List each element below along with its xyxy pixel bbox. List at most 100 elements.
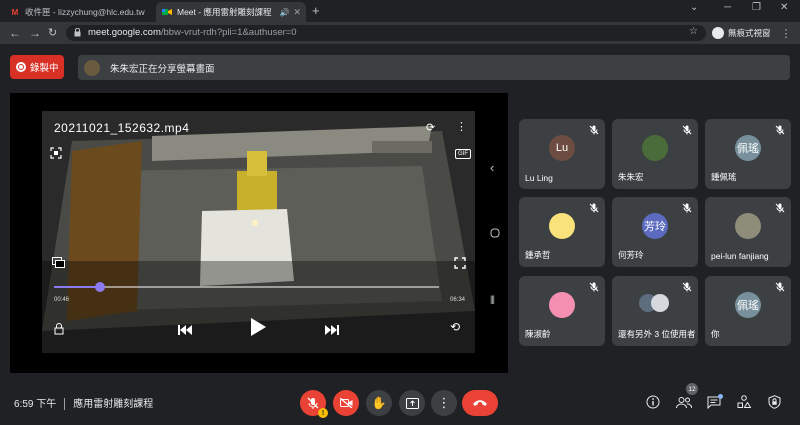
recording-label: 錄製中 [30, 63, 59, 74]
mic-off-icon [307, 397, 319, 409]
mic-off-icon [775, 203, 785, 213]
avatar-initials: 佩瑤 [737, 143, 759, 155]
avatar [549, 213, 575, 239]
camera-off-icon [339, 398, 352, 408]
total-duration: 06:34 [450, 297, 466, 303]
participant-tile[interactable]: 朱朱宏 [612, 119, 698, 189]
mic-off-icon [775, 282, 785, 292]
participant-name: 何芳玲 [618, 250, 644, 260]
laser-cutter-video-frame [42, 111, 475, 353]
menu-kebab-icon[interactable]: ⋮ [781, 27, 792, 40]
avatar [735, 213, 761, 239]
participant-name: 鍾承哲 [525, 250, 551, 260]
chevron-left-icon[interactable]: ‹ [490, 160, 494, 175]
browser-tab-bar: M 收件匣 - lizzychung@hlc.edu.tw ✕ Meet - 應… [0, 0, 800, 22]
participant-tile[interactable]: 還有另外 3 位使用者 [612, 276, 698, 346]
address-bar[interactable]: meet.google.com/bbw-vrut-rdh?pli=1&authu… [66, 25, 706, 41]
mic-off-icon [589, 125, 599, 135]
seek-bar[interactable] [54, 282, 439, 292]
incognito-profile[interactable]: 無痕式視窗 ⋮ [712, 25, 792, 41]
participant-tile[interactable]: 佩瑤 鍾佩瑤 [705, 119, 791, 189]
url-text: meet.google.com/bbw-vrut-rdh?pli=1&authu… [88, 27, 297, 38]
shield-lock-icon [768, 395, 780, 409]
bookmark-star-icon[interactable]: ☆ [689, 26, 698, 37]
mic-toggle-button[interactable]: ! [300, 390, 328, 418]
rotate-icon[interactable]: ⟳ [426, 121, 435, 134]
participant-tile[interactable]: 芳玲何芳玲 [612, 197, 698, 267]
presenter-banner: 朱朱宏正在分享螢幕畫面 [78, 55, 790, 80]
avatar: 芳玲 [642, 213, 668, 239]
play-icon[interactable] [250, 318, 266, 341]
home-circle-icon[interactable] [490, 228, 500, 241]
activities-button[interactable] [735, 393, 753, 411]
chat-button[interactable] [705, 393, 723, 411]
participant-name: 陳淑齡 [525, 329, 551, 339]
camera-toggle-button[interactable] [333, 390, 359, 416]
shared-video-player[interactable]: 20211021_152632.mp4 ⟳ ⋮ GIF 00:46 06:34 … [42, 111, 475, 353]
present-icon [405, 397, 419, 409]
raise-hand-button[interactable]: ✋ [366, 390, 392, 416]
mic-off-icon [775, 125, 785, 135]
tab-search-icon[interactable]: ⌄ [690, 2, 698, 13]
more-options-button[interactable]: ⋮ [431, 390, 457, 416]
participant-count-badge: 12 [686, 383, 698, 395]
new-tab-button[interactable]: + [312, 3, 320, 18]
activities-icon [737, 395, 751, 408]
tab-label: Meet - 應用雷射雕刻課程 [177, 7, 272, 17]
tab-meet[interactable]: Meet - 應用雷射雕刻課程 🔊 ✕ [156, 2, 306, 22]
forward-icon[interactable]: → [29, 26, 41, 40]
maximize-button[interactable]: ❐ [752, 2, 761, 13]
auto-rotate-icon[interactable]: ⟲ [450, 320, 460, 334]
participant-tile[interactable]: Lu Lu Ling [519, 119, 605, 189]
more-options-icon[interactable]: ⋮ [456, 120, 467, 133]
pip-icon[interactable] [52, 257, 65, 271]
gif-button[interactable]: GIF [455, 149, 471, 159]
avatar [651, 294, 669, 312]
mic-off-icon [589, 282, 599, 292]
avatar-initials: Lu [555, 142, 569, 154]
meet-icon [162, 7, 172, 17]
speaker-icon[interactable]: 🔊 [279, 8, 289, 17]
present-screen-button[interactable] [399, 390, 425, 416]
minimize-button[interactable]: ─ [724, 2, 731, 13]
participant-tile[interactable]: 佩瑤你 [705, 276, 791, 346]
video-filename: 20211021_152632.mp4 [54, 121, 190, 135]
profile-label: 無痕式視窗 [728, 28, 771, 38]
next-icon[interactable] [325, 322, 339, 340]
previous-icon[interactable] [178, 322, 192, 340]
participant-tile[interactable]: 陳淑齡 [519, 276, 605, 346]
reload-icon[interactable]: ↻ [48, 26, 57, 39]
leave-call-button[interactable] [462, 390, 498, 416]
participant-tile[interactable]: 鍾承哲 [519, 197, 605, 267]
meeting-controls-bar: 6:59 下午 應用雷射雕刻課程 ! ✋ ⋮ [0, 385, 800, 425]
capture-icon[interactable] [50, 147, 62, 162]
more-vertical-icon: ⋮ [437, 395, 451, 410]
presenter-notice: 朱朱宏正在分享螢幕畫面 [110, 63, 215, 75]
lock-screen-icon[interactable] [54, 322, 64, 340]
elapsed-time: 00:46 [54, 297, 70, 303]
fullscreen-icon[interactable] [454, 257, 466, 272]
mic-warning-badge: ! [318, 408, 328, 418]
meeting-time: 6:59 下午 [14, 399, 57, 410]
avatar-initials: 佩瑤 [737, 300, 759, 312]
group-avatars [639, 294, 671, 312]
participant-name: 你 [711, 329, 720, 339]
participant-name: 朱朱宏 [618, 172, 644, 182]
people-button[interactable] [675, 393, 693, 411]
host-controls-button[interactable] [765, 393, 783, 411]
close-window-button[interactable]: ✕ [780, 2, 788, 13]
mic-off-icon [589, 203, 599, 213]
recents-icon[interactable]: ||| [490, 294, 495, 304]
participant-tile[interactable]: pei-lun fanjiang [705, 197, 791, 267]
avatar-initials: 芳玲 [644, 221, 666, 233]
close-icon[interactable]: ✕ [289, 7, 301, 18]
recording-indicator[interactable]: 錄製中 [10, 55, 64, 79]
record-icon [16, 62, 26, 72]
info-icon [646, 395, 660, 409]
tab-gmail[interactable]: M 收件匣 - lizzychung@hlc.edu.tw ✕ [4, 2, 150, 22]
back-icon[interactable]: ← [9, 26, 21, 40]
avatar: 佩瑤 [735, 292, 761, 318]
avatar [549, 292, 575, 318]
meeting-details-button[interactable] [644, 393, 662, 411]
close-icon[interactable]: ✕ [145, 7, 150, 18]
